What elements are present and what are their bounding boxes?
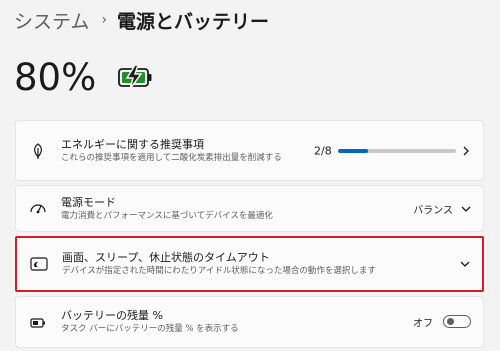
- power-mode-card: 電源モード 電力消費とパフォーマンスに基づいてデバイスを最適化 バランス: [15, 185, 484, 232]
- power-mode-title: 電源モード: [61, 195, 116, 209]
- breadcrumb-separator: ›: [101, 12, 108, 28]
- chevron-down-icon[interactable]: [458, 257, 472, 271]
- page-title: 電源とバッテリー: [117, 10, 270, 33]
- battery-percent-icon: [30, 318, 45, 328]
- screen-sleep-text: 画面、スリープ、休止状態のタイムアウト デバイスが指定された時間にわたりアイドル…: [62, 250, 376, 278]
- battery-percentage-title: バッテリーの残量 %: [61, 309, 163, 322]
- screen-sleep-subtitle: デバイスが指定された時間にわたりアイドル状態になった場合の動作を選択します: [62, 266, 376, 276]
- energy-progress-text: 2/8: [314, 144, 332, 157]
- chevron-right-icon: [463, 146, 469, 155]
- breadcrumb-system[interactable]: システム: [14, 7, 89, 34]
- battery-percentage-subtitle: タスク バーにバッテリーの残量 % を表示する: [61, 324, 239, 334]
- screen-sleep-title: 画面、スリープ、休止状態のタイムアウト: [62, 251, 270, 264]
- breadcrumb: システム › 電源とバッテリー: [14, 6, 269, 34]
- energy-progress-fill: [338, 148, 368, 153]
- energy-recommendations-card[interactable]: エネルギーに関する推奨事項 これらの推奨事項を適用して二酸化炭素排出量を削減する…: [15, 120, 484, 181]
- screen-sleep-card[interactable]: 画面、スリープ、休止状態のタイムアウト デバイスが指定された時間にわたりアイドル…: [15, 236, 484, 292]
- energy-card-title: エネルギーに関する推奨事項: [61, 137, 204, 151]
- screen-sleep-icon: [30, 257, 48, 271]
- energy-card-subtitle: これらの推奨事項を適用して二酸化炭素排出量を削減する: [61, 152, 282, 163]
- battery-percentage-text: バッテリーの残量 % タスク バーにバッテリーの残量 % を表示する: [61, 308, 239, 336]
- power-mode-text: 電源モード 電力消費とパフォーマンスに基づいてデバイスを最適化: [61, 195, 273, 223]
- power-mode-dropdown[interactable]: バランス: [413, 201, 453, 216]
- battery-percent: 80%: [14, 56, 97, 99]
- battery-percentage-toggle-label: オフ: [413, 318, 433, 330]
- leaf-icon: [34, 142, 42, 159]
- battery-percentage-toggle[interactable]: [443, 315, 471, 328]
- battery-charging-icon: [118, 64, 154, 93]
- battery-percentage-card: バッテリーの残量 % タスク バーにバッテリーの残量 % を表示する オフ: [15, 296, 484, 348]
- energy-card-text: エネルギーに関する推奨事項 これらの推奨事項を適用して二酸化炭素排出量を削減する: [61, 137, 282, 165]
- chevron-down-icon[interactable]: [459, 202, 473, 216]
- energy-progress-bar: [338, 148, 456, 153]
- toggle-knob: [447, 318, 454, 325]
- power-mode-subtitle: 電力消費とパフォーマンスに基づいてデバイスを最適化: [61, 210, 273, 221]
- gauge-icon: [30, 203, 46, 213]
